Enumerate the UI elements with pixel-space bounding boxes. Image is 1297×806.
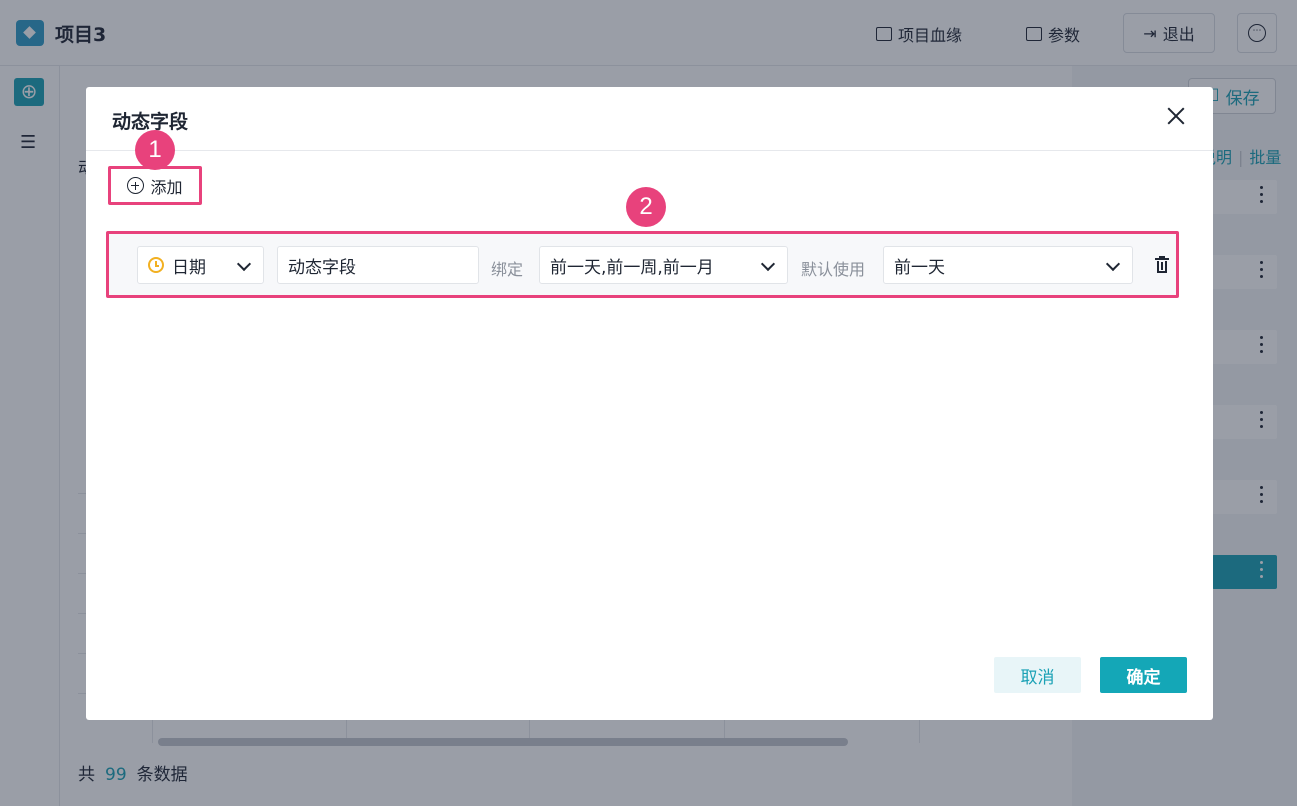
field-type-select[interactable]: 日期 bbox=[137, 246, 264, 284]
cancel-button[interactable]: 取消 bbox=[994, 657, 1081, 693]
default-value-select[interactable]: 前一天 bbox=[883, 246, 1133, 284]
add-field-label: 添加 bbox=[150, 177, 183, 197]
add-field-button[interactable]: 添加 bbox=[108, 166, 202, 205]
default-value-value: 前一天 bbox=[894, 257, 945, 278]
delete-icon[interactable] bbox=[1155, 256, 1169, 274]
dynamic-field-dialog: 动态字段 1 添加 2 日期 动态字段 绑定 前一天,前一周,前一月 默认使用 … bbox=[86, 87, 1213, 720]
annotation-badge-2: 2 bbox=[626, 187, 666, 227]
bind-label: 绑定 bbox=[491, 260, 524, 279]
dynamic-field-row: 日期 动态字段 绑定 前一天,前一周,前一月 默认使用 前一天 bbox=[106, 231, 1179, 298]
chevron-down-icon bbox=[760, 256, 776, 272]
clock-icon bbox=[148, 257, 164, 273]
field-type-value: 日期 bbox=[172, 257, 206, 278]
bind-values-select[interactable]: 前一天,前一周,前一月 bbox=[539, 246, 788, 284]
default-label: 默认使用 bbox=[801, 260, 866, 279]
annotation-badge-1: 1 bbox=[135, 130, 175, 170]
chevron-down-icon bbox=[236, 256, 252, 272]
chevron-down-icon bbox=[1105, 256, 1121, 272]
confirm-button[interactable]: 确定 bbox=[1100, 657, 1187, 693]
bind-values-value: 前一天,前一周,前一月 bbox=[550, 257, 714, 278]
plus-circle-icon bbox=[127, 177, 145, 194]
dialog-header: 动态字段 bbox=[86, 87, 1213, 151]
close-icon[interactable] bbox=[1165, 105, 1187, 127]
field-name-input[interactable]: 动态字段 bbox=[277, 246, 479, 284]
